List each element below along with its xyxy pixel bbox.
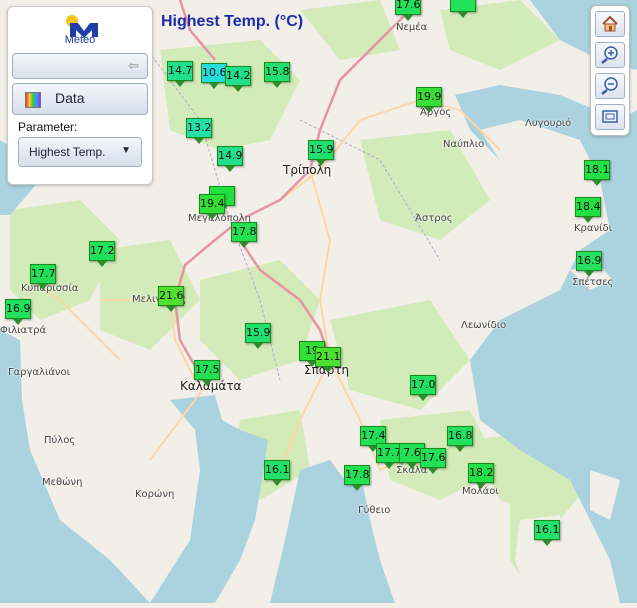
chevron-down-icon: ▼ <box>121 145 131 156</box>
temperature-marker[interactable]: 17.6 <box>395 0 421 21</box>
temperature-marker[interactable]: 14.9 <box>217 146 243 172</box>
temperature-marker[interactable]: 17.2 <box>89 241 115 267</box>
temperature-marker[interactable]: 18.1 <box>584 160 610 186</box>
temperature-marker[interactable]: 16.1 <box>534 520 560 546</box>
temperature-marker[interactable]: 17.0 <box>410 375 436 401</box>
temperature-marker[interactable]: 15.8 <box>264 62 290 88</box>
temperature-marker[interactable]: 19.4 <box>199 194 225 220</box>
place-label: Νεμέα <box>396 22 428 33</box>
temperature-marker[interactable] <box>450 0 476 18</box>
color-scale-icon <box>25 92 41 108</box>
temperature-marker[interactable]: 21.6 <box>158 286 184 312</box>
place-label: Γύθειο <box>358 505 391 516</box>
map-title: Highest Temp. (°C) <box>161 13 304 30</box>
place-label: Λυγουριό <box>525 118 572 129</box>
data-button-label: Data <box>55 90 85 106</box>
temperature-marker[interactable]: 15.9 <box>245 323 271 349</box>
parameter-label: Parameter: <box>18 120 78 134</box>
temperature-marker[interactable]: 17.8 <box>231 222 257 248</box>
home-icon <box>602 15 618 32</box>
place-label: Κυπαρισσία <box>21 283 79 294</box>
zoom-in-icon <box>601 46 618 64</box>
parameter-select[interactable]: Highest Temp. ▼ <box>18 137 142 167</box>
temperature-marker[interactable]: 16.9 <box>5 299 31 325</box>
logo-text: Meteo <box>64 34 96 46</box>
zoom-out-icon <box>601 77 618 95</box>
temperature-marker[interactable]: 10.6 <box>201 63 227 89</box>
temperature-marker[interactable]: 16.8 <box>447 426 473 452</box>
place-label: Κορώνη <box>135 489 175 500</box>
home-button[interactable] <box>595 11 625 37</box>
place-label: Ναύπλιο <box>443 139 485 150</box>
place-label: Άστρος <box>415 213 453 224</box>
temperature-marker[interactable]: 17.6 <box>420 448 446 474</box>
temperature-marker[interactable]: 17.7 <box>30 264 56 290</box>
temperature-marker[interactable]: 15.9 <box>308 140 334 166</box>
slider-handle-icon[interactable]: ⇦ <box>128 58 139 74</box>
transparency-slider[interactable]: ⇦ <box>12 53 148 79</box>
temperature-marker[interactable]: 18.2 <box>468 463 494 489</box>
place-label: Λεωνίδιο <box>461 320 507 331</box>
temperature-marker[interactable]: 18.4 <box>575 197 601 223</box>
place-label: Σπέτσες <box>572 277 614 288</box>
temperature-marker[interactable]: 21.1 <box>315 347 341 373</box>
zoom-extent-button[interactable] <box>595 104 625 130</box>
temperature-marker[interactable]: 17.5 <box>194 360 220 386</box>
place-label: Μεθώνη <box>42 477 83 488</box>
place-label: Πύλος <box>44 435 76 446</box>
place-label: Κρανίδι <box>574 223 612 234</box>
temperature-marker[interactable]: 16.9 <box>576 251 602 277</box>
parameter-value: Highest Temp. <box>29 145 106 159</box>
place-label: Φιλιατρά <box>0 325 47 336</box>
temperature-marker[interactable]: 13.2 <box>186 118 212 144</box>
temperature-marker[interactable]: 16.1 <box>264 460 290 486</box>
control-panel: Meteo ⇦ Data Parameter: Highest Temp. ▼ <box>7 6 153 185</box>
zoom-out-button[interactable] <box>595 73 625 99</box>
place-label: Γαργαλιάνοι <box>8 367 71 378</box>
temperature-marker[interactable]: 19.9 <box>416 87 442 113</box>
zoom-extent-icon <box>602 110 618 123</box>
temperature-marker[interactable]: 14.2 <box>225 66 251 92</box>
temperature-marker[interactable]: 17.8 <box>344 465 370 491</box>
data-button[interactable]: Data <box>12 83 148 115</box>
temperature-marker[interactable]: 14.7 <box>167 61 193 87</box>
zoom-in-button[interactable] <box>595 42 625 68</box>
map-toolbar <box>590 5 630 136</box>
